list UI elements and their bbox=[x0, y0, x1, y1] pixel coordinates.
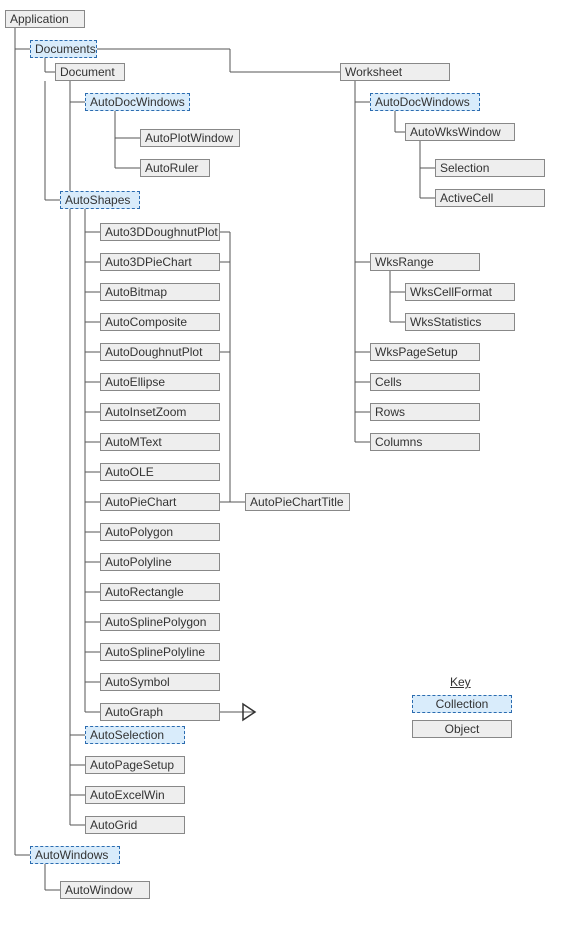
node-worksheet: Worksheet bbox=[340, 63, 450, 81]
node-shape-autoinset: AutoInsetZoom bbox=[100, 403, 220, 421]
node-shape-autoellipse: AutoEllipse bbox=[100, 373, 220, 391]
node-document: Document bbox=[55, 63, 125, 81]
node-autoplotwindow: AutoPlotWindow bbox=[140, 129, 240, 147]
node-application: Application bbox=[5, 10, 85, 28]
node-shape-autopolyline: AutoPolyline bbox=[100, 553, 220, 571]
node-wkspagesetup: WksPageSetup bbox=[370, 343, 480, 361]
node-rows: Rows bbox=[370, 403, 480, 421]
node-activecell: ActiveCell bbox=[435, 189, 545, 207]
node-autowindow: AutoWindow bbox=[60, 881, 150, 899]
node-shape-autobitmap: AutoBitmap bbox=[100, 283, 220, 301]
node-autoshapes: AutoShapes bbox=[60, 191, 140, 209]
node-shape-autograph: AutoGraph bbox=[100, 703, 220, 721]
node-wksrange: WksRange bbox=[370, 253, 480, 271]
node-autodocwindows-2: AutoDocWindows bbox=[370, 93, 480, 111]
node-shape-autoole: AutoOLE bbox=[100, 463, 220, 481]
node-wkscellformat: WksCellFormat bbox=[405, 283, 515, 301]
node-wksstatistics: WksStatistics bbox=[405, 313, 515, 331]
node-shape-autosplinepolygon: AutoSplinePolygon bbox=[100, 613, 220, 631]
node-selection: Selection bbox=[435, 159, 545, 177]
node-shape-autopie: AutoPieChart bbox=[100, 493, 220, 511]
node-cells: Cells bbox=[370, 373, 480, 391]
node-shape-autosymbol: AutoSymbol bbox=[100, 673, 220, 691]
node-shape-automtext: AutoMText bbox=[100, 433, 220, 451]
node-autowkswindow: AutoWksWindow bbox=[405, 123, 515, 141]
key-title: Key bbox=[450, 675, 471, 689]
node-autowindows: AutoWindows bbox=[30, 846, 120, 864]
node-autodocwindows-1: AutoDocWindows bbox=[85, 93, 190, 111]
node-autopiecharttitle: AutoPieChartTitle bbox=[245, 493, 350, 511]
key-object: Object bbox=[412, 720, 512, 738]
node-columns: Columns bbox=[370, 433, 480, 451]
node-autopagesetup: AutoPageSetup bbox=[85, 756, 185, 774]
node-shape-autosplinepolyline: AutoSplinePolyline bbox=[100, 643, 220, 661]
node-shape-auto3ddoughnut: Auto3DDoughnutPlot bbox=[100, 223, 220, 241]
node-shape-autorect: AutoRectangle bbox=[100, 583, 220, 601]
node-shape-autodoughnut: AutoDoughnutPlot bbox=[100, 343, 220, 361]
node-shape-autopolygon: AutoPolygon bbox=[100, 523, 220, 541]
node-autoexcelwin: AutoExcelWin bbox=[85, 786, 185, 804]
node-autoselection: AutoSelection bbox=[85, 726, 185, 744]
key-collection: Collection bbox=[412, 695, 512, 713]
node-shape-autocomposite: AutoComposite bbox=[100, 313, 220, 331]
node-autoruler: AutoRuler bbox=[140, 159, 210, 177]
node-shape-auto3dpie: Auto3DPieChart bbox=[100, 253, 220, 271]
node-autogrid: AutoGrid bbox=[85, 816, 185, 834]
node-documents: Documents bbox=[30, 40, 97, 58]
